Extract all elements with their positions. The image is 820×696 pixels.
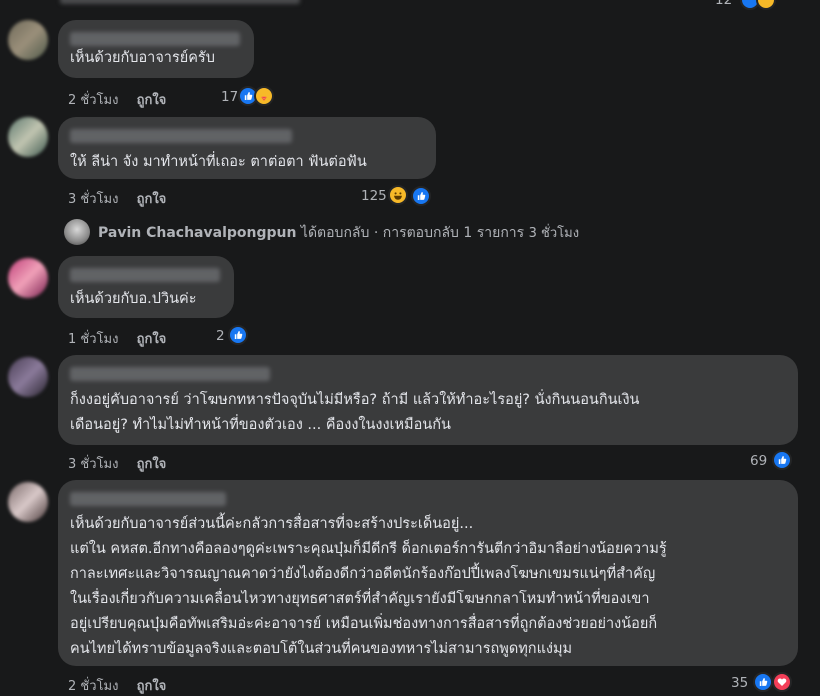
avatar[interactable] <box>8 357 48 397</box>
reaction-count[interactable]: 125 <box>361 188 387 204</box>
view-replies-link[interactable]: Pavin Chachavalpongpun ได้ตอบกลับ · การต… <box>98 222 579 244</box>
like-reaction-icon <box>753 672 773 692</box>
comment-time[interactable]: 1 ชั่วโมง <box>68 332 118 347</box>
reaction-count[interactable]: 2 <box>216 328 225 344</box>
comment-time[interactable]: 2 ชั่วโมง <box>68 679 118 694</box>
comment-meta: 2 ชั่วโมง ถูกใจ <box>68 675 166 696</box>
comment-text: เห็นด้วยกับอ.ปวินค่ะ <box>70 291 197 307</box>
avatar[interactable] <box>8 258 48 298</box>
comment-text: เดือนอยู่? ทำไมไม่ทำหน้าที่ของตัวเอง ...… <box>70 417 451 433</box>
avatar[interactable] <box>8 482 48 522</box>
comment-text: แต่ใน คหสต.อีกทางคือลองๆดูค่ะเพราะคุณบุ๋… <box>70 541 667 557</box>
like-button[interactable]: ถูกใจ <box>137 332 167 347</box>
reaction-count[interactable]: 35 <box>731 675 748 691</box>
comment-text: อยู่เปรียบคุณบุ๋มคือทัพเสริมอ่ะค่ะอาจารย… <box>70 616 658 632</box>
comment-time[interactable]: 3 ชั่วโมง <box>68 457 118 472</box>
comment-text: ให้ ลีน่า จัง มาทำหน้าที่เถอะ ตาต่อตา ฟั… <box>70 154 367 170</box>
reply-summary[interactable]: ได้ตอบกลับ · การตอบกลับ 1 รายการ <box>301 225 524 241</box>
like-reaction-icon <box>228 325 248 345</box>
commenter-name[interactable] <box>70 129 292 143</box>
comment-meta: 3 ชั่วโมง ถูกใจ <box>68 188 166 209</box>
commenter-name[interactable] <box>70 492 226 506</box>
haha-reaction-icon <box>756 0 776 10</box>
partial-top-row <box>60 0 300 4</box>
like-reaction-icon <box>772 450 792 470</box>
comment-time[interactable]: 2 ชั่วโมง <box>68 93 118 108</box>
reaction-count[interactable]: 17 <box>221 89 238 105</box>
comment-meta: 1 ชั่วโมง ถูกใจ <box>68 328 166 349</box>
avatar[interactable] <box>8 20 48 60</box>
heart-reaction-icon <box>772 672 792 692</box>
replier-avatar[interactable] <box>64 219 90 245</box>
comment-text: เห็นด้วยกับอาจารย์ครับ <box>70 50 215 66</box>
comment-meta: 3 ชั่วโมง ถูกใจ <box>68 453 166 474</box>
comment-text: ในเรื่องเกี่ยวกับความเคลื่อนไหวทางยุทธศา… <box>70 591 650 607</box>
top-reaction-count: 12 <box>715 0 733 8</box>
commenter-name[interactable] <box>70 367 270 381</box>
commenter-name[interactable] <box>70 268 220 282</box>
comment-text: กาละเทศะและวิจารณญาณคาดว่ายังไงต้องดีกว่… <box>70 566 656 582</box>
like-button[interactable]: ถูกใจ <box>137 457 167 472</box>
like-button[interactable]: ถูกใจ <box>137 679 167 694</box>
comment-text: ก็งงอยู่คับอาจารย์ ว่าโฆษกทหารปัจจุบันไม… <box>70 392 640 408</box>
comment-time[interactable]: 3 ชั่วโมง <box>68 192 118 207</box>
like-button[interactable]: ถูกใจ <box>137 192 167 207</box>
replier-name[interactable]: Pavin Chachavalpongpun <box>98 225 296 241</box>
like-reaction-icon <box>411 186 431 206</box>
reply-time: 3 ชั่วโมง <box>528 226 580 241</box>
comment-text: เห็นด้วยกับอาจารย์ส่วนนี้ค่ะกลัวการสื่อส… <box>70 516 474 532</box>
comment-text: คนไทยได้ทราบข้อมูลจริงและตอบโต้ในส่วนที่… <box>70 641 573 657</box>
comment-meta: 2 ชั่วโมง ถูกใจ <box>68 89 166 110</box>
commenter-name[interactable] <box>70 32 240 46</box>
avatar[interactable] <box>8 117 48 157</box>
like-button[interactable]: ถูกใจ <box>137 93 167 108</box>
haha-reaction-icon <box>388 185 408 205</box>
care-reaction-icon <box>254 86 274 106</box>
reaction-count[interactable]: 69 <box>750 453 767 469</box>
